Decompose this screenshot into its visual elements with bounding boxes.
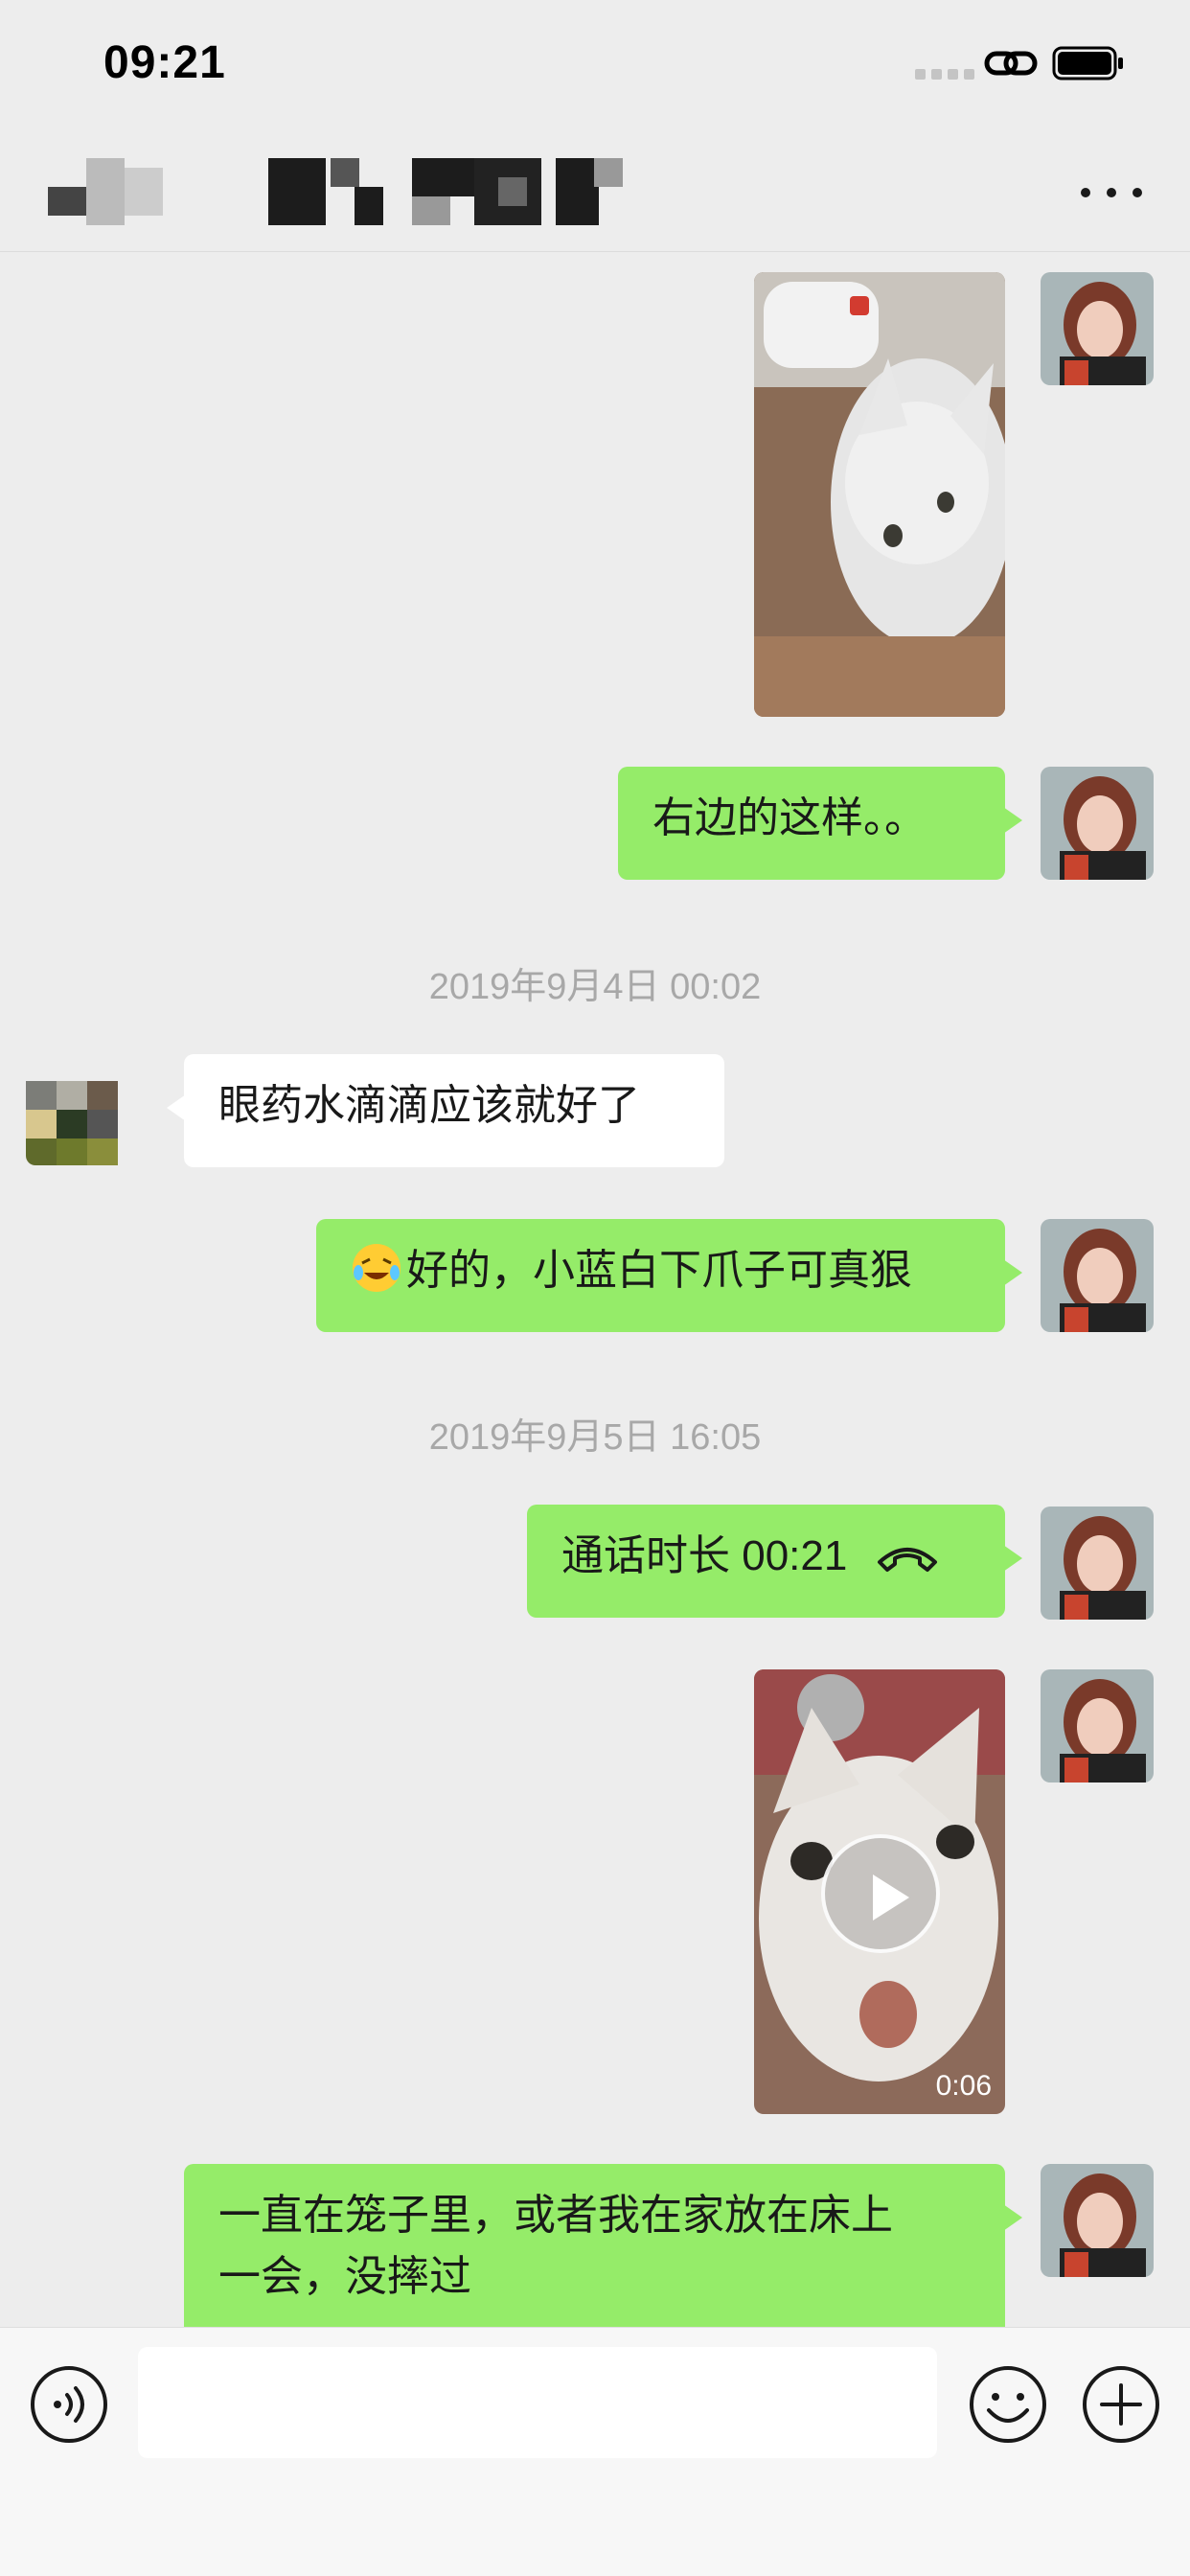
my-avatar[interactable] xyxy=(1041,1669,1154,1782)
message-text-line: 一会，没摔过 xyxy=(218,2253,471,2300)
call-duration-text: 通话时长 00:21 xyxy=(561,1532,848,1579)
message-input[interactable] xyxy=(138,2347,937,2458)
status-time: 09:21 xyxy=(103,37,226,88)
signal-icon xyxy=(915,69,974,80)
emoji-icon[interactable] xyxy=(966,2362,1050,2447)
my-avatar[interactable] xyxy=(1041,1506,1154,1620)
message-bubble-me[interactable]: 好的，小蓝白下爪子可真狠 xyxy=(316,1219,1022,1332)
image-message[interactable] xyxy=(754,272,1005,717)
play-icon[interactable] xyxy=(821,1834,940,1953)
video-message[interactable]: 0:06 xyxy=(754,1669,1005,2114)
message-text: 右边的这样。。 xyxy=(652,794,927,841)
battery-icon xyxy=(1052,46,1123,80)
more-button[interactable] xyxy=(1081,183,1142,202)
my-avatar[interactable] xyxy=(1041,2164,1154,2277)
chat-timestamp: 2019年9月4日 00:02 xyxy=(428,967,762,1007)
message-text: 好的，小蓝白下爪子可真狠 xyxy=(406,1247,912,1294)
phone-hangup-icon xyxy=(878,1548,938,1572)
my-avatar[interactable] xyxy=(1041,767,1154,880)
input-bar xyxy=(0,2327,1190,2576)
message-text-line: 一直在笼子里，或者我在家放在床上 xyxy=(218,2192,893,2239)
chat-header xyxy=(0,129,1190,252)
contact-avatar[interactable] xyxy=(26,1052,139,1165)
link-icon xyxy=(984,51,1038,76)
laughing-tears-emoji xyxy=(353,1244,400,1292)
chat-timestamp: 2019年9月5日 16:05 xyxy=(428,1417,762,1458)
call-record-bubble[interactable]: 通话时长 00:21 xyxy=(527,1505,1022,1618)
message-text: 眼药水滴滴应该就好了 xyxy=(218,1082,640,1129)
more-icon xyxy=(1081,188,1090,197)
my-avatar[interactable] xyxy=(1041,272,1154,385)
video-duration: 0:06 xyxy=(935,2070,992,2102)
status-bar: 09:21 xyxy=(0,0,1190,129)
redacted-chat-title xyxy=(48,158,623,225)
voice-icon[interactable] xyxy=(29,2364,109,2445)
message-bubble-other[interactable]: 眼药水滴滴应该就好了 xyxy=(167,1054,724,1167)
plus-icon[interactable] xyxy=(1079,2362,1163,2447)
kitten-photo xyxy=(754,272,1005,717)
message-bubble-me[interactable]: 右边的这样。。 xyxy=(618,767,1022,880)
my-avatar[interactable] xyxy=(1041,1219,1154,1332)
